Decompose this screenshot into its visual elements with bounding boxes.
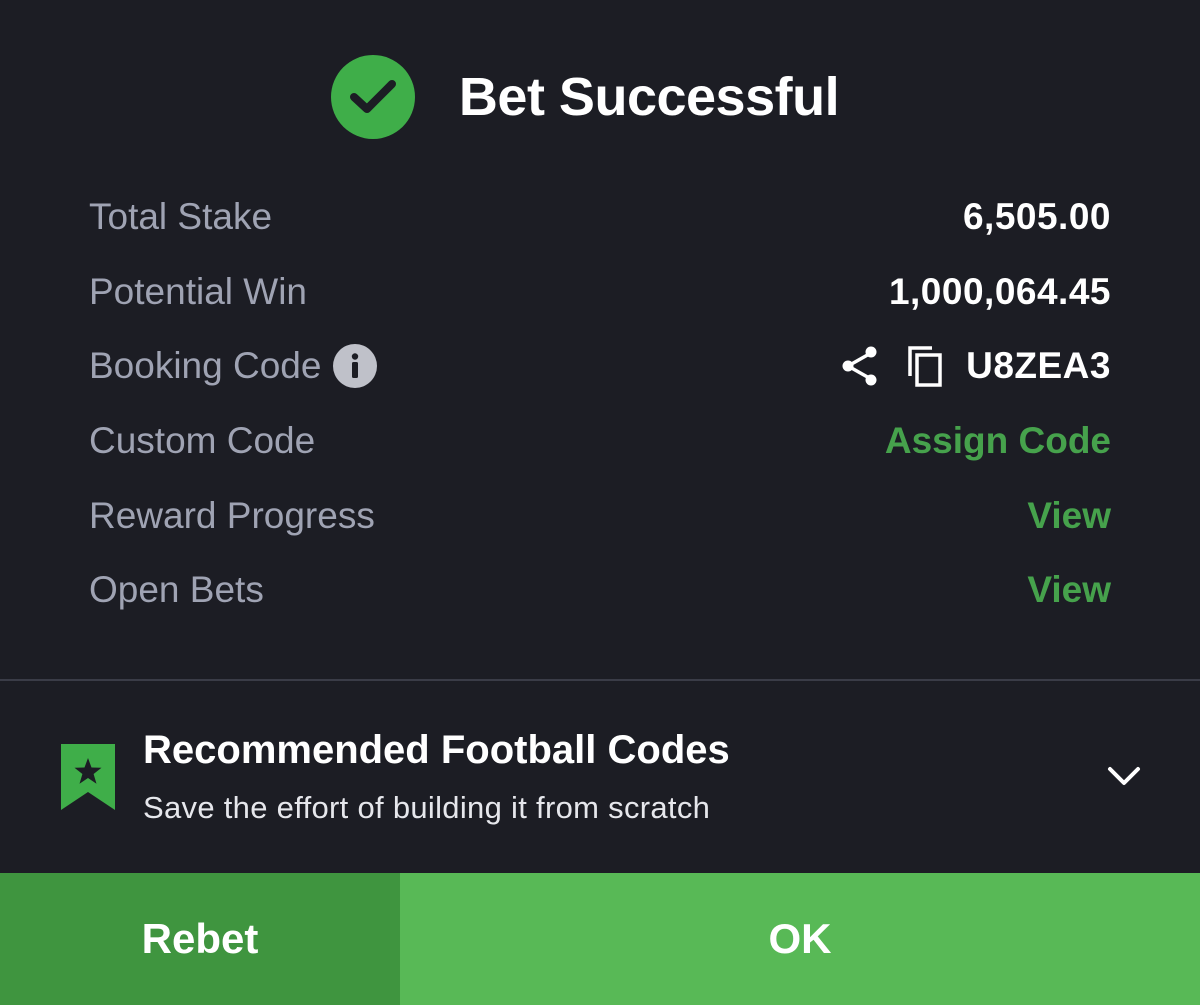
custom-code-label: Custom Code (89, 420, 316, 462)
reward-progress-label: Reward Progress (89, 494, 375, 536)
recommended-subtitle: Save the effort of building it from scra… (143, 790, 711, 825)
total-stake-label: Total Stake (89, 196, 273, 238)
reward-progress-row: Reward Progress View (89, 478, 1111, 553)
share-icon[interactable] (840, 345, 880, 387)
total-stake-row: Total Stake 6,505.00 (89, 180, 1111, 255)
rebet-button[interactable]: Rebet (0, 873, 400, 1005)
open-bets-row: Open Bets View (89, 553, 1111, 628)
total-stake-value: 6,505.00 (962, 196, 1111, 238)
reward-progress-view-link[interactable]: View (1027, 495, 1111, 537)
section-divider (0, 679, 1200, 681)
bet-summary: Total Stake 6,505.00 Potential Win 1,000… (89, 180, 1111, 628)
booking-code-label-group: Booking Code (89, 344, 378, 389)
info-icon[interactable] (333, 344, 378, 389)
potential-win-label: Potential Win (89, 270, 307, 312)
copy-icon[interactable] (906, 344, 944, 388)
booking-code-row: Booking Code U8ZEA3 (89, 329, 1111, 404)
ok-button[interactable]: OK (400, 873, 1200, 1005)
dialog-header: Bet Successful (0, 55, 1200, 139)
custom-code-row: Custom Code Assign Code (89, 404, 1111, 479)
booking-code-value-group: U8ZEA3 (840, 344, 1111, 388)
recommended-codes-panel[interactable]: Recommended Football Codes Save the effo… (0, 700, 1200, 872)
potential-win-value: 1,000,064.45 (888, 270, 1111, 312)
page-title: Bet Successful (458, 67, 840, 127)
assign-code-link[interactable]: Assign Code (885, 420, 1111, 462)
chevron-down-icon[interactable] (1106, 764, 1142, 793)
booking-code-label: Booking Code (89, 345, 322, 387)
check-circle-icon (330, 55, 415, 139)
bet-success-dialog: Bet Successful Total Stake 6,505.00 Pote… (0, 0, 1200, 1005)
open-bets-label: Open Bets (89, 569, 264, 611)
bookmark-star-icon (61, 744, 115, 815)
booking-code-value: U8ZEA3 (966, 345, 1111, 387)
potential-win-row: Potential Win 1,000,064.45 (89, 255, 1111, 330)
open-bets-view-link[interactable]: View (1027, 569, 1111, 611)
recommended-title: Recommended Football Codes (143, 728, 730, 772)
action-buttons: Rebet OK (0, 873, 1200, 1005)
